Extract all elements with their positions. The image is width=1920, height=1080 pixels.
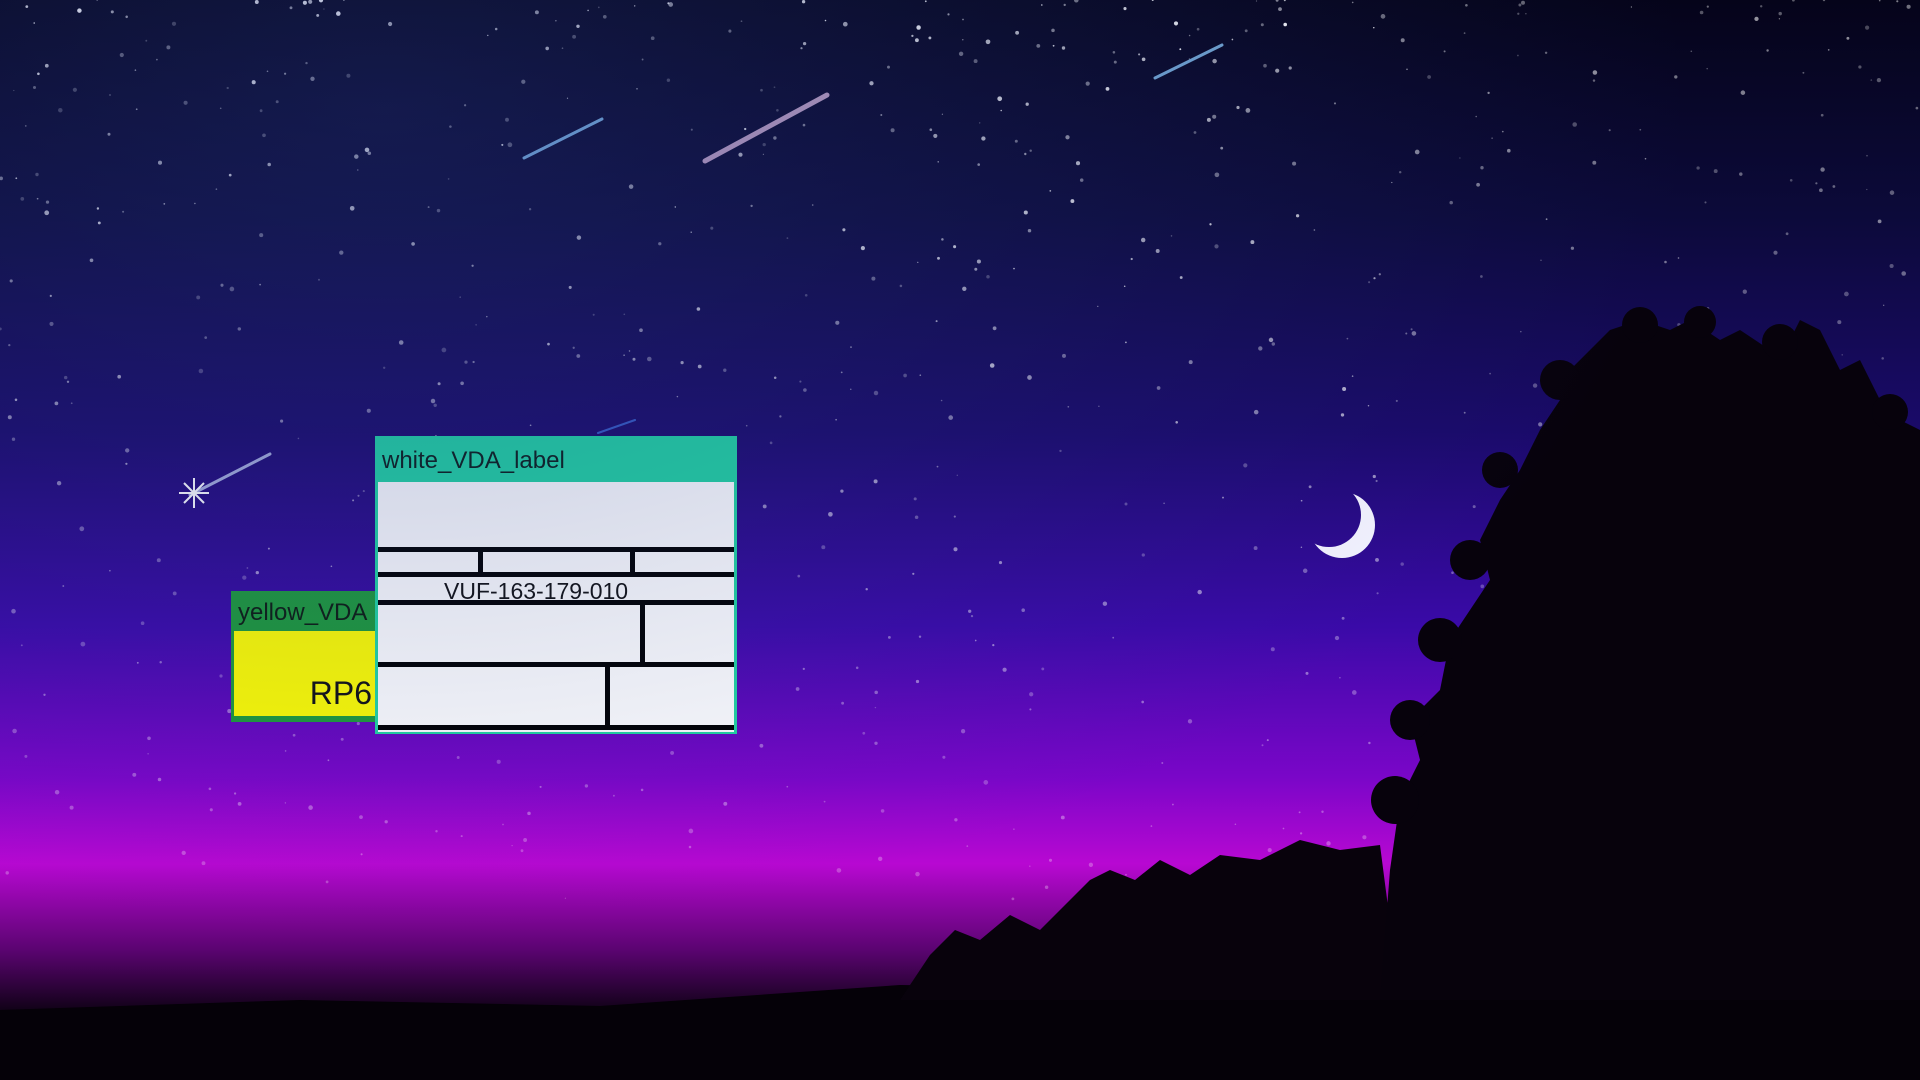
- label-rule: [378, 572, 734, 577]
- yellow-vda-window[interactable]: yellow_VDA RP6: [231, 591, 379, 722]
- desktop-wallpaper: yellow_VDA RP6 white_VDA_label VUF-163-1…: [0, 0, 1920, 1080]
- yellow-vda-label: RP6: [234, 631, 376, 716]
- label-divider: [478, 547, 483, 575]
- yellow-vda-code: RP6: [309, 675, 372, 711]
- label-divider: [630, 547, 635, 575]
- label-divider: [605, 662, 610, 728]
- label-rule: [378, 725, 734, 730]
- white-vda-code: VUF-163-179-010: [444, 578, 629, 604]
- white-vda-label: VUF-163-179-010: [378, 482, 734, 732]
- white-vda-titlebar[interactable]: white_VDA_label: [378, 439, 734, 479]
- white-vda-window[interactable]: white_VDA_label VUF-163-179-010: [375, 436, 737, 734]
- tree-silhouette-icon: [0, 306, 1920, 1080]
- yellow-vda-titlebar[interactable]: yellow_VDA: [234, 594, 376, 631]
- label-rule: [378, 662, 734, 667]
- label-rule: [378, 547, 734, 552]
- label-divider: [640, 600, 645, 665]
